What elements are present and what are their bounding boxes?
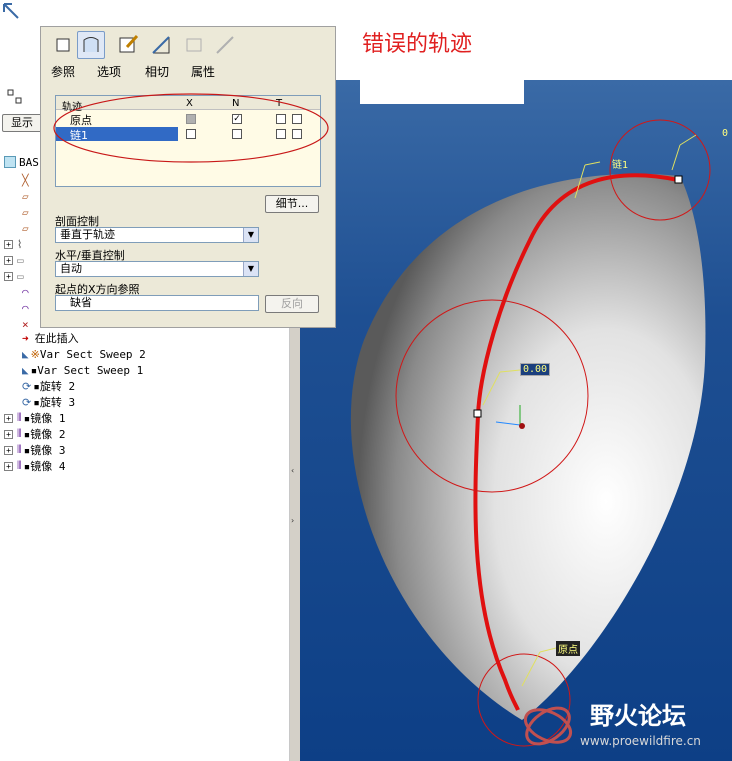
revolve-icon: ⟳	[22, 379, 32, 393]
feature-icon: ▭	[17, 253, 24, 267]
expand-arrow-icon[interactable]: ›	[291, 516, 294, 525]
details-button[interactable]: 细节...	[265, 195, 319, 213]
chain-label: 链1	[612, 160, 629, 171]
sweep-icon: ◣	[22, 363, 29, 377]
trim-icon[interactable]	[149, 33, 173, 57]
datum-plane-icon: ▱	[22, 189, 29, 203]
tree-item-vss1[interactable]: ◣ ▪ Var Sect Sweep 1	[22, 362, 143, 378]
value-label-top: 0	[722, 128, 729, 139]
feature-icon: ▭	[17, 269, 24, 283]
endpoint-top[interactable]	[674, 175, 683, 184]
watermark-logo	[523, 706, 573, 746]
sweep-dashboard-panel: 参照 选项 相切 属性 轨迹 X N T 原点 ✓ 链1 细节... 剖面控制	[40, 26, 336, 328]
tree-item-hidden-1[interactable]: ╳	[22, 172, 29, 188]
tree-item-hidden-3[interactable]: ▱	[22, 204, 29, 220]
chevron-down-icon[interactable]: ▼	[243, 262, 258, 276]
tree-item-hidden-9[interactable]: ◠	[22, 300, 29, 316]
tab-tangency[interactable]: 相切	[145, 63, 169, 80]
watermark: 野火论坛 www.proewildfire.cn	[520, 688, 732, 761]
tab-references[interactable]: 参照	[51, 63, 75, 80]
tree-item-revolve3[interactable]: ⟳ ▪ 旋转 3	[22, 394, 75, 410]
endpoint-mid[interactable]	[473, 409, 482, 418]
solid-icon[interactable]	[51, 33, 75, 57]
tab-properties[interactable]: 属性	[191, 63, 215, 80]
surface-icon[interactable]	[77, 31, 105, 59]
tree-item-mirror3[interactable]: + ⫴ ▪ 镜像 3	[4, 442, 66, 458]
tree-item-hidden-7[interactable]: + ▭	[4, 268, 24, 284]
watermark-url: www.proewildfire.cn	[580, 734, 701, 748]
tree-item-mirror1[interactable]: + ⫴ ▪ 镜像 1	[4, 410, 66, 426]
round-icon: ◠	[22, 285, 29, 299]
datum-plane-icon: ▱	[22, 205, 29, 219]
revolve-icon: ⌇	[17, 237, 23, 251]
origin-label: 原点	[556, 641, 580, 656]
mirror-icon: ⫴	[17, 411, 22, 424]
tree-item-revolve2[interactable]: ⟳ ▪ 旋转 2	[22, 378, 75, 394]
tab-options[interactable]: 选项	[97, 63, 121, 80]
tree-item-vss2[interactable]: ◣ ※ Var Sect Sweep 2	[22, 346, 146, 362]
section-control-select[interactable]: 垂直于轨迹 ▼	[55, 227, 259, 243]
annotation-ellipse	[53, 93, 329, 163]
datum-plane-icon: ▱	[22, 221, 29, 235]
revolve-icon: ⟳	[22, 395, 32, 409]
mirror-icon: ⫴	[17, 459, 22, 472]
tree-item-mirror2[interactable]: + ⫴ ▪ 镜像 2	[4, 426, 66, 442]
tree-insert-here[interactable]: ➜ 在此插入	[22, 330, 79, 346]
mirror-icon: ⫴	[17, 443, 22, 456]
insert-arrow-icon: ➜	[22, 331, 29, 345]
display-button[interactable]: 显示	[2, 114, 42, 132]
round-icon: ◠	[22, 301, 29, 315]
tree-item-hidden-8[interactable]: ◠	[22, 284, 29, 300]
x-direction-ref-field[interactable]: 缺省	[55, 295, 259, 311]
error-trajectory-note: 错误的轨迹	[362, 32, 473, 57]
collapse-arrow-icon[interactable]: ‹	[291, 466, 294, 475]
tree-item-hidden-4[interactable]: ▱	[22, 220, 29, 236]
datum-axis-icon: ╳	[22, 173, 29, 187]
half-sphere-surface[interactable]	[350, 173, 706, 721]
thicken-icon-disabled	[183, 33, 207, 57]
sketch-icon[interactable]	[117, 33, 141, 57]
tree-root[interactable]: BAS	[4, 154, 39, 170]
sweep-icon: ◣	[22, 347, 29, 361]
model-viewport[interactable]: 链1 0 0.00 原点 野火论坛 www.proewildfire.cn	[300, 80, 732, 761]
mirror-icon: ⫴	[17, 427, 22, 440]
point-icon: ×	[22, 317, 29, 331]
tree-item-hidden-6[interactable]: + ▭	[4, 252, 24, 268]
tree-tab-icon[interactable]	[6, 88, 24, 106]
flip-button: 反向	[265, 295, 319, 313]
watermark-title: 野火论坛	[590, 702, 686, 730]
tree-item-hidden-5[interactable]: + ⌇	[4, 236, 22, 252]
tree-item-mirror4[interactable]: + ⫴ ▪ 镜像 4	[4, 458, 66, 474]
chevron-down-icon[interactable]: ▼	[243, 228, 258, 242]
app-corner-icon[interactable]	[0, 0, 22, 22]
hv-control-select[interactable]: 自动 ▼	[55, 261, 259, 277]
pen-icon-disabled	[213, 33, 237, 57]
value-label-mid[interactable]: 0.00	[520, 363, 551, 376]
tree-item-hidden-2[interactable]: ▱	[22, 188, 29, 204]
part-icon	[4, 156, 16, 168]
